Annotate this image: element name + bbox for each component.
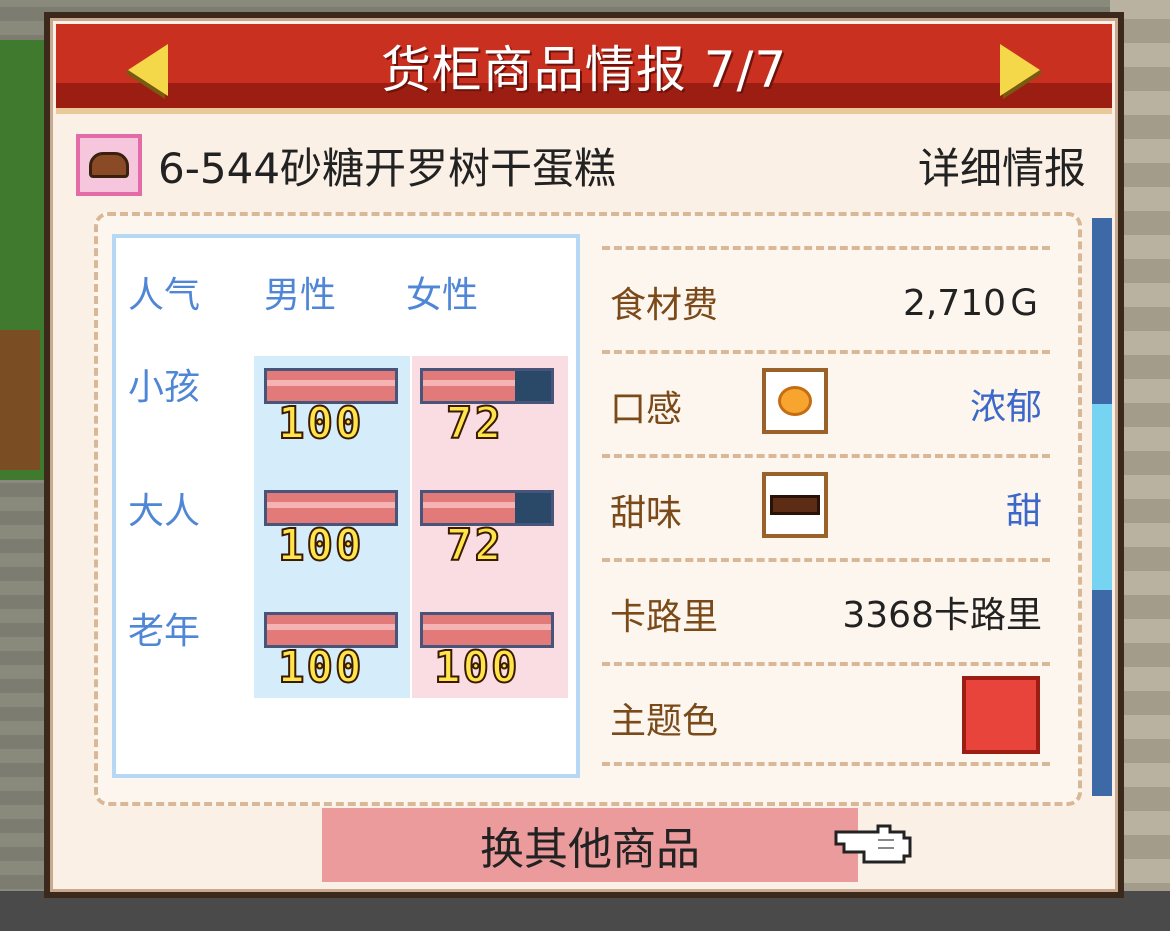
male-column-header: 男性 bbox=[264, 275, 337, 316]
panel-title: 货柜商品情报 7/7 bbox=[380, 41, 788, 99]
row-label-child: 小孩 bbox=[128, 367, 201, 408]
item-header: 6-544砂糖开罗树干蛋糕 详细情报 bbox=[76, 130, 1086, 200]
background-tree-trunk bbox=[0, 330, 40, 470]
stat-row-sweetness: 甜味 甜 bbox=[602, 454, 1050, 558]
popularity-value: 100 bbox=[277, 641, 364, 694]
sweetness-label: 甜味 bbox=[610, 493, 683, 534]
scrollbar[interactable] bbox=[1092, 218, 1112, 796]
popularity-value: 100 bbox=[277, 397, 364, 450]
theme-color-label: 主题色 bbox=[610, 701, 719, 742]
texture-label: 口感 bbox=[610, 389, 683, 430]
detail-info-button[interactable]: 详细情报 bbox=[918, 135, 1086, 196]
prev-arrow-icon[interactable] bbox=[128, 44, 168, 96]
calories-label: 卡路里 bbox=[610, 597, 719, 638]
pointing-hand-icon bbox=[834, 824, 912, 864]
stat-row-calories: 卡路里 3368卡路里 bbox=[602, 558, 1050, 662]
stat-row-theme-color: 主题色 bbox=[602, 662, 1050, 766]
scrollbar-thumb[interactable] bbox=[1092, 404, 1112, 590]
row-label-senior: 老年 bbox=[128, 611, 201, 652]
popularity-header: 人气 bbox=[128, 275, 201, 316]
next-arrow-icon[interactable] bbox=[1000, 44, 1040, 96]
stat-list: 食材费 2,710Ｇ 口感 浓郁 甜味 甜 卡路里 3368卡路里 主题色 bbox=[602, 246, 1050, 786]
shelf-item-info-panel: 货柜商品情报 7/7 6-544砂糖开罗树干蛋糕 详细情报 人气 男性 女性 小… bbox=[44, 12, 1124, 898]
stat-row-texture: 口感 浓郁 bbox=[602, 350, 1050, 454]
row-label-adult: 大人 bbox=[128, 491, 201, 532]
chocolate-bar-icon bbox=[762, 472, 828, 538]
switch-item-button[interactable]: 换其他商品 bbox=[322, 808, 858, 882]
popularity-value: 72 bbox=[445, 397, 503, 450]
cost-label: 食材费 bbox=[610, 285, 719, 326]
switch-item-label: 换其他商品 bbox=[480, 824, 700, 875]
title-bar: 货柜商品情报 7/7 bbox=[56, 24, 1112, 114]
cost-value: 2,710Ｇ bbox=[902, 283, 1042, 324]
popularity-value: 100 bbox=[277, 519, 364, 572]
cake-icon bbox=[76, 134, 142, 196]
soft-dough-icon bbox=[762, 368, 828, 434]
sweetness-value: 甜 bbox=[1005, 491, 1042, 532]
popularity-value: 72 bbox=[445, 519, 503, 572]
popularity-value: 100 bbox=[433, 641, 520, 694]
theme-color-swatch bbox=[962, 676, 1040, 754]
texture-value: 浓郁 bbox=[969, 387, 1042, 428]
female-column-header: 女性 bbox=[406, 275, 479, 316]
item-name: 6-544砂糖开罗树干蛋糕 bbox=[158, 143, 617, 193]
calories-value: 3368卡路里 bbox=[842, 595, 1042, 636]
stat-row-cost: 食材费 2,710Ｇ bbox=[602, 246, 1050, 350]
